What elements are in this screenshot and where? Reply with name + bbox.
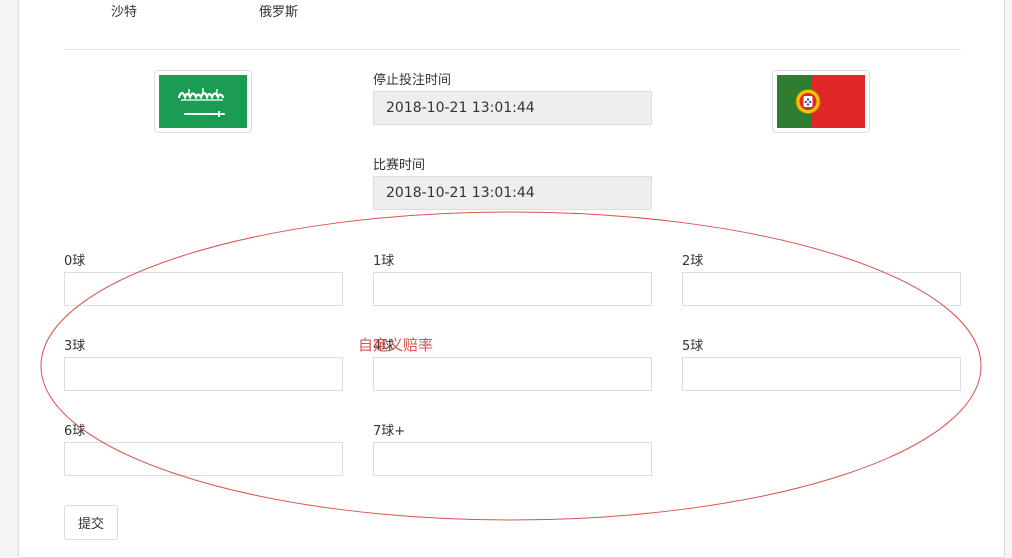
portugal-flag-icon (777, 75, 865, 128)
saudi-arabia-flag-icon (159, 75, 247, 128)
odds-6-input[interactable] (64, 442, 343, 476)
odds-5-input[interactable] (682, 357, 961, 391)
odds-2-label: 2球 (682, 254, 704, 269)
home-team-flag (154, 70, 252, 133)
odds-4-input[interactable] (373, 357, 652, 391)
odds-3-label: 3球 (64, 339, 86, 354)
odds-2-input[interactable] (682, 272, 961, 306)
odds-0-input[interactable] (64, 272, 343, 306)
odds-7-label: 7球+ (373, 424, 406, 439)
odds-5-label: 5球 (682, 339, 704, 354)
submit-button[interactable]: 提交 (64, 505, 118, 540)
odds-1-label: 1球 (373, 254, 395, 269)
betting-close-time-label: 停止投注时间 (373, 73, 452, 88)
match-time-field: 2018-10-21 13:01:44 (373, 176, 652, 210)
away-team-name: 俄罗斯 (259, 5, 299, 20)
odds-6-label: 6球 (64, 424, 86, 439)
home-team-name: 沙特 (111, 5, 138, 20)
betting-close-time-field: 2018-10-21 13:01:44 (373, 91, 652, 125)
match-time-label: 比赛时间 (373, 158, 426, 173)
odds-0-label: 0球 (64, 254, 86, 269)
odds-4-label: 4球 (373, 339, 395, 354)
odds-3-input[interactable] (64, 357, 343, 391)
odds-1-input[interactable] (373, 272, 652, 306)
header-divider (64, 49, 961, 50)
away-team-flag (772, 70, 870, 133)
odds-7-input[interactable] (373, 442, 652, 476)
